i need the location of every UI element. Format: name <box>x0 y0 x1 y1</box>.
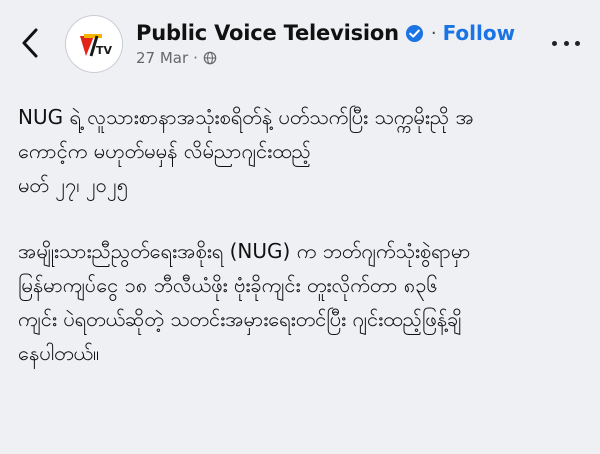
post-headline: NUG ရဲ့ လူသားစာနာအသုံးစရိတ်နဲ့ ပတ်သက်ပြီ… <box>18 105 474 163</box>
chevron-left-icon <box>22 28 38 58</box>
avatar[interactable]: TV <box>66 16 122 72</box>
back-button[interactable] <box>18 26 44 60</box>
post-header: TV Public Voice Television · Follow 27 M… <box>0 0 600 84</box>
more-dot <box>575 40 580 46</box>
post-meta: 27 Mar · <box>136 48 217 68</box>
page-name[interactable]: Public Voice Television <box>136 21 399 45</box>
more-dot <box>563 40 569 46</box>
post-timestamp[interactable]: 27 Mar <box>136 49 188 67</box>
more-dot <box>552 40 557 46</box>
follow-button[interactable]: Follow <box>443 21 516 45</box>
verified-badge-icon <box>405 24 423 42</box>
more-options-button[interactable] <box>552 36 580 50</box>
public-voice-tv-logo: TV <box>67 17 121 71</box>
avatar-logo-text: TV <box>96 44 113 57</box>
post-body: NUG ရဲ့ လူသားစာနာအသုံးစရိတ်နဲ့ ပတ်သက်ပြီ… <box>18 100 586 370</box>
separator-dot: · <box>430 22 437 44</box>
page-name-row: Public Voice Television · Follow <box>136 20 515 46</box>
post-date-line: မတ် ၂၇၊ ၂၀၂၅ <box>18 173 128 197</box>
meta-separator-dot: · <box>193 49 198 67</box>
globe-icon <box>203 51 217 65</box>
post-paragraph: အမျိုးသားညီညွတ်ရေးအစိုးရ (NUG) က ဘတ်ဂျက်… <box>18 239 471 365</box>
